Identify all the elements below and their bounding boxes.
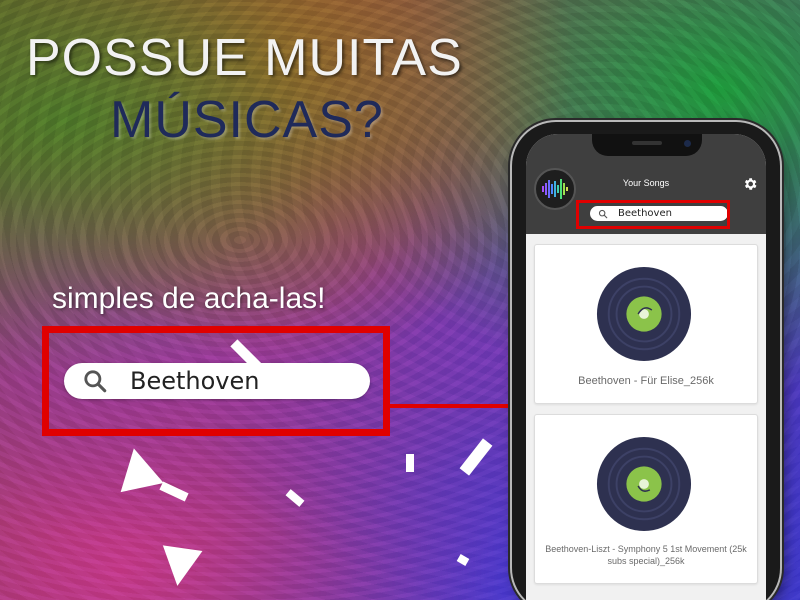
- song-title: Beethoven-Liszt - Symphony 5 1st Movemen…: [545, 544, 747, 566]
- app-search-highlight: [576, 200, 730, 229]
- vinyl-record-icon: [596, 266, 692, 362]
- vinyl-record-icon: [596, 436, 692, 532]
- phone-notch: [592, 134, 702, 156]
- confetti-piece: [406, 454, 414, 472]
- phone-speaker: [632, 141, 662, 145]
- headline-line-2: MÚSICAS?: [110, 91, 384, 149]
- app-title: Your Songs: [622, 178, 670, 188]
- sound-wave-icon[interactable]: [534, 168, 576, 210]
- song-title: Beethoven - Für Elise_256k: [578, 375, 714, 387]
- phone-camera: [684, 140, 691, 147]
- song-card[interactable]: Beethoven-Liszt - Symphony 5 1st Movemen…: [534, 414, 758, 584]
- song-card[interactable]: Beethoven - Für Elise_256k: [534, 244, 758, 404]
- phone-mockup: Your Songs Beethoven Beethoven - Für Eli…: [512, 122, 780, 600]
- tagline: simples de acha-las!: [52, 282, 326, 315]
- gear-icon[interactable]: [742, 176, 758, 192]
- headline-line-1: POSSUE MUITAS: [26, 29, 463, 87]
- banner-search-highlight: [42, 326, 390, 436]
- confetti-triangle: [157, 545, 203, 589]
